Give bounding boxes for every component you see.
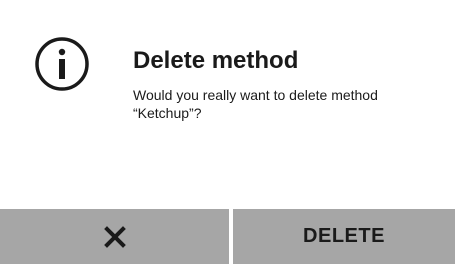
delete-button[interactable]: DELETE xyxy=(233,209,455,264)
info-circle-icon xyxy=(35,37,89,91)
dialog-button-bar: DELETE xyxy=(0,209,455,264)
dialog-message-line1: Would you really want to delete method xyxy=(133,87,378,103)
dialog-message: Would you really want to delete method “… xyxy=(133,86,433,122)
delete-method-dialog: Delete method Would you really want to d… xyxy=(0,0,455,264)
dialog-title: Delete method xyxy=(133,47,299,74)
cancel-button[interactable] xyxy=(0,209,229,264)
dialog-content: Delete method Would you really want to d… xyxy=(0,0,455,209)
dialog-message-line2: “Ketchup”? xyxy=(133,105,202,121)
close-icon xyxy=(103,225,126,248)
